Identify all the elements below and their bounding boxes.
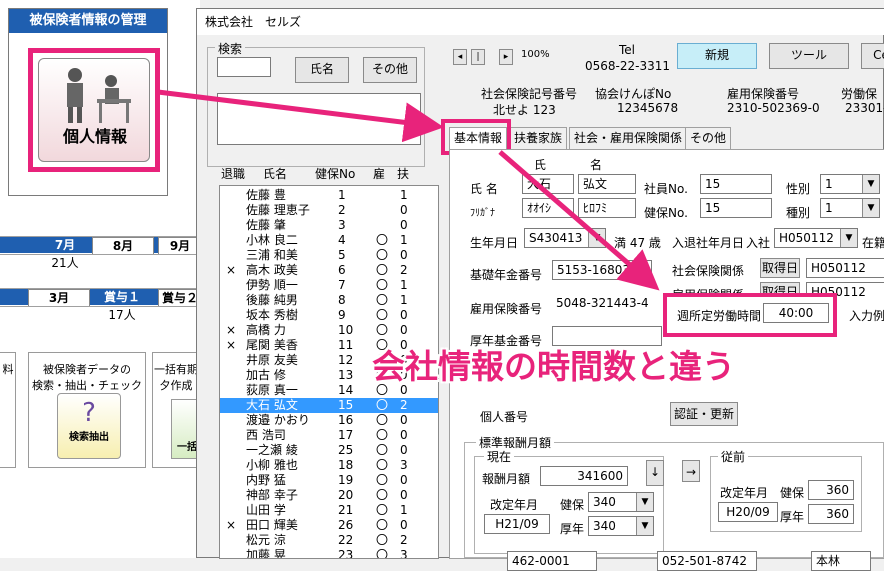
annotation-text: 会社情報の時間数と違う: [372, 347, 735, 386]
arrow-to-tab: [157, 89, 444, 143]
annotation-arrows: [157, 89, 660, 291]
arrow-to-hours: [498, 150, 660, 291]
